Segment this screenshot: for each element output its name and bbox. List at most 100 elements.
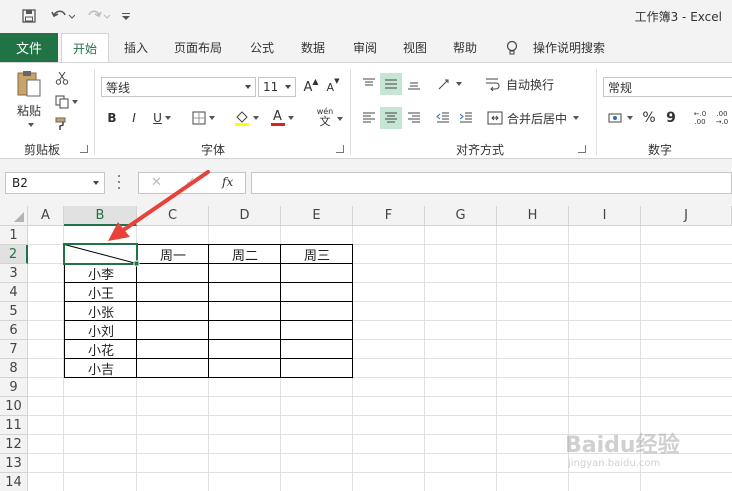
tab-file[interactable]: 文件 <box>0 33 58 62</box>
merge-center-label: 合并后居中 <box>507 111 568 126</box>
column-header-a[interactable]: A <box>28 206 64 226</box>
tab-help[interactable]: 帮助 <box>443 33 487 62</box>
undo-icon[interactable] <box>48 6 78 26</box>
shrink-font-button[interactable]: A ▼ <box>324 77 342 97</box>
clipboard-launcher-icon[interactable] <box>80 145 88 153</box>
percent-button[interactable]: % <box>640 107 658 129</box>
column-header-c[interactable]: C <box>137 206 209 226</box>
cell-d2[interactable]: 周二 <box>209 245 281 264</box>
tab-view[interactable]: 视图 <box>393 33 437 62</box>
column-header-e[interactable]: E <box>281 206 353 226</box>
top-align-icon <box>363 78 375 86</box>
paste-button[interactable]: 粘贴 <box>10 69 48 127</box>
decrease-decimal-button[interactable]: .00 →.0 <box>712 107 732 129</box>
row-header-3[interactable]: 3 <box>0 264 28 283</box>
grow-font-button[interactable]: A ▲ <box>302 77 320 97</box>
cell-c2[interactable]: 周一 <box>137 245 209 264</box>
column-header-i[interactable]: I <box>569 206 641 226</box>
tab-page-layout[interactable]: 页面布局 <box>165 33 231 62</box>
row-header-8[interactable]: 8 <box>0 359 28 378</box>
row-header-7[interactable]: 7 <box>0 340 28 359</box>
increase-indent-button[interactable] <box>455 107 477 129</box>
row-header-4[interactable]: 4 <box>0 283 28 302</box>
comma-style-button[interactable]: 9 <box>662 107 680 129</box>
row-header-6[interactable]: 6 <box>0 321 28 340</box>
font-launcher-icon[interactable] <box>336 145 344 153</box>
inc-decimal-top: ←.0 <box>693 110 707 118</box>
align-center-button[interactable] <box>380 107 402 129</box>
decrease-indent-icon <box>436 112 449 123</box>
row-header-9[interactable]: 9 <box>0 378 28 397</box>
cancel-icon[interactable]: ✕ <box>151 175 162 190</box>
tell-me-search[interactable]: 操作说明搜索 <box>528 33 610 62</box>
top-align-button[interactable] <box>358 73 380 95</box>
column-header-g[interactable]: G <box>425 206 497 226</box>
column-header-j[interactable]: J <box>641 206 732 226</box>
italic-button[interactable]: I <box>126 108 142 128</box>
middle-align-button[interactable] <box>380 73 402 95</box>
ribbon-tabs: 文件 开始 插入 页面布局 公式 数据 审阅 视图 帮助 操作说明搜索 <box>0 33 732 63</box>
lightbulb-icon <box>505 40 519 56</box>
font-name-dropdown[interactable]: 等线 <box>101 77 256 97</box>
align-right-button[interactable] <box>403 107 425 129</box>
alignment-launcher-icon[interactable] <box>578 145 586 153</box>
font-name-value: 等线 <box>106 80 131 95</box>
font-color-button[interactable]: A <box>266 108 298 128</box>
column-header-f[interactable]: F <box>353 206 425 226</box>
cell-b3[interactable]: 小李 <box>65 264 137 283</box>
tab-home[interactable]: 开始 <box>61 33 109 63</box>
row-header-10[interactable]: 10 <box>0 397 28 416</box>
align-left-button[interactable] <box>358 107 380 129</box>
insert-function-icon[interactable]: fx <box>222 175 233 189</box>
customize-toolbar-icon[interactable] <box>118 6 134 26</box>
enter-icon[interactable]: ✓ <box>185 175 196 190</box>
cell-b4[interactable]: 小王 <box>65 283 137 302</box>
bold-button[interactable]: B <box>104 108 120 128</box>
cell-e2[interactable]: 周三 <box>281 245 353 264</box>
orientation-button[interactable] <box>432 73 466 95</box>
wrap-text-button[interactable]: 自动换行 <box>485 73 565 95</box>
row-header-14[interactable]: 14 <box>0 473 28 491</box>
row-header-12[interactable]: 12 <box>0 435 28 454</box>
merge-center-button[interactable]: 合并后居中 <box>487 107 587 129</box>
underline-button[interactable]: U <box>148 108 176 128</box>
splitter-handle[interactable] <box>118 175 122 189</box>
row-header-5[interactable]: 5 <box>0 302 28 321</box>
decrease-indent-button[interactable] <box>432 107 454 129</box>
borders-icon <box>192 111 205 125</box>
redo-icon[interactable] <box>84 6 114 26</box>
select-all-button[interactable] <box>0 206 28 226</box>
paste-dropdown-icon[interactable] <box>27 123 34 127</box>
tab-insert[interactable]: 插入 <box>114 33 158 62</box>
cell-b6[interactable]: 小刘 <box>65 321 137 340</box>
formula-input[interactable] <box>251 172 732 194</box>
borders-button[interactable] <box>188 108 218 128</box>
row-header-13[interactable]: 13 <box>0 454 28 473</box>
tab-review[interactable]: 审阅 <box>343 33 387 62</box>
column-header-d[interactable]: D <box>209 206 281 226</box>
row-header-11[interactable]: 11 <box>0 416 28 435</box>
cell-b5[interactable]: 小张 <box>65 302 137 321</box>
font-size-dropdown[interactable]: 11 <box>258 77 296 97</box>
column-header-h[interactable]: H <box>497 206 569 226</box>
phonetic-button[interactable]: wén 文 <box>310 105 340 129</box>
tab-data[interactable]: 数据 <box>291 33 335 62</box>
name-box[interactable]: B2 <box>5 172 105 194</box>
tab-formulas[interactable]: 公式 <box>240 33 284 62</box>
phonetic-dropdown-icon[interactable] <box>337 117 343 121</box>
cut-icon[interactable] <box>52 69 72 87</box>
number-format-dropdown[interactable]: 常规 <box>603 77 732 97</box>
cell-b7[interactable]: 小花 <box>65 340 137 359</box>
row-header-1[interactable]: 1 <box>0 226 28 245</box>
copy-icon[interactable] <box>52 93 80 111</box>
cell-b8[interactable]: 小吉 <box>65 359 137 378</box>
align-right-icon <box>408 112 420 123</box>
format-painter-icon[interactable] <box>52 115 72 133</box>
bottom-align-button[interactable] <box>403 73 425 95</box>
increase-decimal-button[interactable]: ←.0.00 <box>690 107 710 129</box>
column-header-b[interactable]: B <box>64 206 137 226</box>
row-header-2[interactable]: 2 <box>0 245 28 264</box>
save-icon[interactable] <box>18 6 40 26</box>
fill-color-button[interactable] <box>230 108 262 128</box>
accounting-format-button[interactable] <box>604 107 636 129</box>
